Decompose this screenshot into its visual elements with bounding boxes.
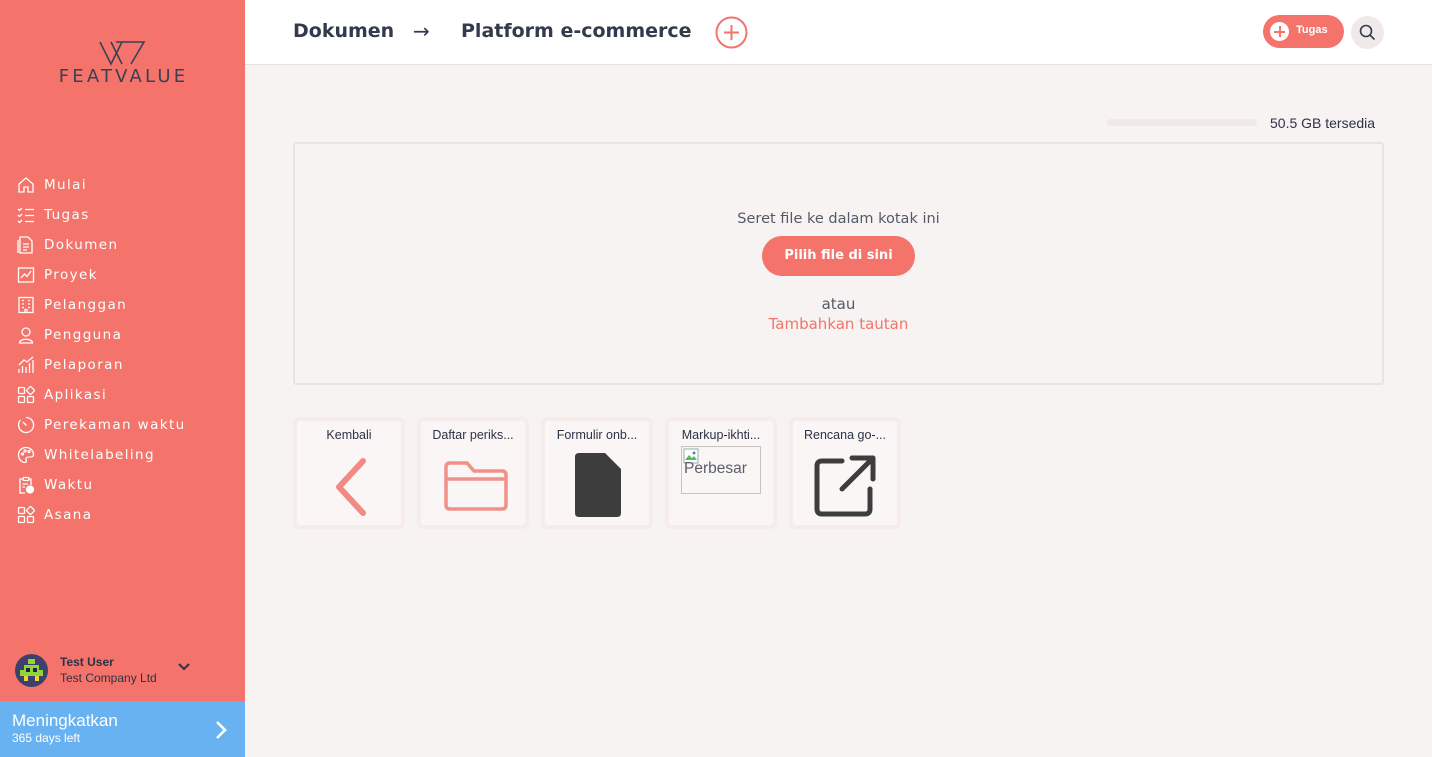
breadcrumb-dokumen[interactable]: Dokumen <box>293 20 394 42</box>
user-icon <box>18 327 34 344</box>
timer-icon <box>17 416 35 434</box>
sidebar-item-aplikasi[interactable]: Aplikasi <box>0 380 245 410</box>
user-company: Test Company Ltd <box>60 671 157 685</box>
clipboard-clock-icon <box>19 476 35 494</box>
sidebar-item-label: Asana <box>44 507 93 523</box>
new-task-button[interactable]: Tugas <box>1263 15 1344 48</box>
search-button[interactable] <box>1351 16 1384 49</box>
add-circle-button[interactable] <box>715 16 748 49</box>
document-icon <box>17 236 33 254</box>
upgrade-days-left: 365 days left <box>12 731 81 745</box>
breadcrumb-separator: → <box>413 19 430 43</box>
sidebar-item-pelaporan[interactable]: Pelaporan <box>0 350 245 380</box>
new-task-label: Tugas <box>1296 24 1328 36</box>
file-name: Rencana go-... <box>804 428 886 442</box>
palette-icon <box>17 446 35 464</box>
choose-file-button[interactable]: Pilih file di sini <box>762 236 915 276</box>
sidebar-item-perekaman-waktu[interactable]: Perekaman waktu <box>0 410 245 440</box>
upgrade-banner[interactable]: Meningkatkan 365 days left <box>0 701 245 757</box>
sidebar-item-pengguna[interactable]: Pengguna <box>0 320 245 350</box>
sidebar-item-label: Tugas <box>44 207 90 223</box>
sidebar-item-waktu[interactable]: Waktu <box>0 470 245 500</box>
building-icon <box>18 296 34 314</box>
upgrade-title: Meningkatkan <box>12 711 118 730</box>
sidebar-item-label: Dokumen <box>44 237 119 253</box>
sidebar-item-label: Perekaman waktu <box>44 417 186 433</box>
apps-icon <box>17 506 35 524</box>
apps-icon <box>17 386 35 404</box>
pixel-avatar-icon <box>20 658 43 681</box>
storage-progress-bar <box>1107 119 1257 126</box>
sidebar-item-label: Whitelabeling <box>44 447 155 463</box>
sidebar-item-label: Proyek <box>44 267 98 283</box>
file-name: Kembali <box>326 428 372 442</box>
plus-icon <box>1270 22 1289 41</box>
sidebar-item-whitelabeling[interactable]: Whitelabeling <box>0 440 245 470</box>
sidebar-item-label: Pelanggan <box>44 297 128 313</box>
external-link-icon <box>814 455 876 517</box>
chevron-down-icon[interactable] <box>177 662 191 672</box>
or-separator: atau <box>821 295 856 313</box>
file-card-link[interactable]: Rencana go-... <box>789 417 901 529</box>
sidebar-item-label: Pengguna <box>44 327 123 343</box>
sidebar-item-tugas[interactable]: Tugas <box>0 200 245 230</box>
user-name: Test User <box>60 655 114 669</box>
sidebar-nav: Mulai Tugas Dokumen Proyek Pelanggan Pen… <box>0 170 245 530</box>
sidebar-item-asana[interactable]: Asana <box>0 500 245 530</box>
file-card-image[interactable]: Markup-ikhti... Perbesar <box>665 417 777 529</box>
file-card-back[interactable]: Kembali <box>293 417 405 529</box>
sidebar-item-mulai[interactable]: Mulai <box>0 170 245 200</box>
file-card-document[interactable]: Formulir onb... <box>541 417 653 529</box>
top-header: Dokumen → Platform e-commerce Tugas <box>245 0 1432 65</box>
chevron-left-icon <box>336 458 366 516</box>
page-title: Platform e-commerce <box>461 20 692 42</box>
sidebar-item-label: Waktu <box>44 477 94 493</box>
checklist-icon <box>17 207 34 224</box>
image-alt-text: Perbesar <box>684 460 747 477</box>
chart-icon <box>17 267 35 283</box>
search-icon <box>1359 24 1376 41</box>
brand-name: FEATVALUE <box>58 66 189 87</box>
folder-icon <box>444 461 508 511</box>
file-name: Markup-ikhti... <box>681 428 761 442</box>
dropzone-hint: Seret file ke dalam kotak ini <box>737 211 940 227</box>
sidebar-item-proyek[interactable]: Proyek <box>0 260 245 290</box>
user-menu[interactable]: Test User Test Company Ltd <box>15 652 235 688</box>
bar-chart-icon <box>18 356 34 373</box>
featvalue-logo[interactable]: FEATVALUE <box>36 40 211 90</box>
file-dropzone[interactable]: Seret file ke dalam kotak ini Pilih file… <box>293 142 1384 385</box>
sidebar-item-label: Mulai <box>44 177 87 193</box>
avatar <box>15 653 48 687</box>
storage-available-text: 50.5 GB tersedia <box>1270 115 1376 131</box>
sidebar: FEATVALUE Mulai Tugas Dokumen Proyek Pel… <box>0 0 245 757</box>
chevron-right-icon <box>216 721 227 739</box>
sidebar-item-label: Aplikasi <box>44 387 108 403</box>
logo-mark-icon <box>99 41 146 66</box>
image-thumbnail: Perbesar <box>681 446 761 494</box>
sidebar-item-label: Pelaporan <box>44 357 124 373</box>
home-icon <box>18 177 34 193</box>
file-grid: Kembali Daftar periks... Formulir onb...… <box>293 417 913 529</box>
file-icon <box>575 453 621 517</box>
file-name: Formulir onb... <box>556 428 638 442</box>
file-name: Daftar periks... <box>432 428 514 442</box>
add-link-link[interactable]: Tambahkan tautan <box>295 315 1382 333</box>
sidebar-item-pelanggan[interactable]: Pelanggan <box>0 290 245 320</box>
file-card-folder[interactable]: Daftar periks... <box>417 417 529 529</box>
sidebar-item-dokumen[interactable]: Dokumen <box>0 230 245 260</box>
